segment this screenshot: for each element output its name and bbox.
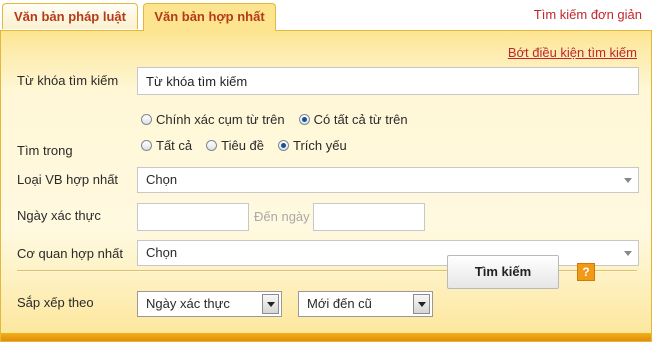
radio-title[interactable] — [206, 140, 218, 151]
search-in-summary-option[interactable]: Trích yếu — [278, 138, 347, 153]
doc-type-select[interactable]: Chọn — [137, 167, 639, 193]
dropdown-arrow-icon[interactable] — [413, 294, 430, 314]
simple-search-link[interactable]: Tìm kiếm đơn giản — [534, 7, 642, 22]
reduce-conditions-link[interactable]: Bớt điều kiện tìm kiếm — [508, 45, 637, 60]
match-all-option[interactable]: Có tất cả từ trên — [298, 112, 408, 127]
sort-label: Sắp xếp theo — [17, 295, 94, 310]
search-in-options: Tất cả Tiêu đề Trích yếu — [141, 138, 361, 153]
radio-all-words[interactable] — [298, 114, 310, 125]
search-in-title-option[interactable]: Tiêu đề — [206, 138, 264, 153]
chevron-down-icon — [624, 251, 632, 256]
search-button[interactable]: Tìm kiếm — [447, 255, 559, 289]
sort-order-select[interactable]: Mới đến cũ — [298, 291, 433, 317]
sort-order-value: Mới đến cũ — [307, 296, 372, 311]
keyword-label: Từ khóa tìm kiếm — [17, 73, 119, 88]
tab-van-ban-hop-nhat[interactable]: Văn bản hợp nhất — [143, 3, 276, 31]
doc-type-value: Chọn — [146, 172, 178, 187]
doc-type-label: Loại VB hợp nhất — [17, 172, 119, 187]
match-options: Chính xác cụm từ trên Có tất cả từ trên — [141, 112, 422, 127]
date-to-label: Đến ngày — [254, 209, 310, 224]
search-in-label: Tìm trong — [17, 143, 73, 158]
agency-select[interactable]: Chọn — [137, 240, 639, 266]
chevron-down-icon — [624, 178, 632, 183]
footer-bar — [1, 333, 651, 341]
radio-summary[interactable] — [278, 140, 290, 151]
radio-all[interactable] — [141, 140, 152, 151]
keyword-input[interactable] — [137, 67, 639, 95]
search-in-all-label: Tất cả — [156, 138, 193, 153]
search-in-summary-label: Trích yếu — [293, 138, 347, 153]
match-exact-label: Chính xác cụm từ trên — [156, 112, 285, 127]
search-panel: Bớt điều kiện tìm kiếm Từ khóa tìm kiếm … — [0, 30, 652, 342]
date-to-input[interactable] — [313, 203, 425, 231]
agency-value: Chọn — [146, 245, 178, 260]
search-in-title-label: Tiêu đề — [221, 138, 265, 153]
date-label: Ngày xác thực — [17, 208, 101, 223]
agency-label: Cơ quan hợp nhất — [17, 246, 123, 261]
sort-field-value: Ngày xác thực — [146, 296, 230, 311]
help-icon[interactable]: ? — [577, 263, 595, 281]
sort-field-select[interactable]: Ngày xác thực — [137, 291, 282, 317]
radio-exact[interactable] — [141, 114, 152, 125]
match-exact-option[interactable]: Chính xác cụm từ trên — [141, 112, 285, 127]
date-from-input[interactable] — [137, 203, 249, 231]
dropdown-arrow-icon[interactable] — [262, 294, 279, 314]
tab-van-ban-phap-luat[interactable]: Văn bản pháp luật — [2, 3, 138, 29]
match-all-label: Có tất cả từ trên — [313, 112, 408, 127]
search-in-all-option[interactable]: Tất cả — [141, 138, 192, 153]
